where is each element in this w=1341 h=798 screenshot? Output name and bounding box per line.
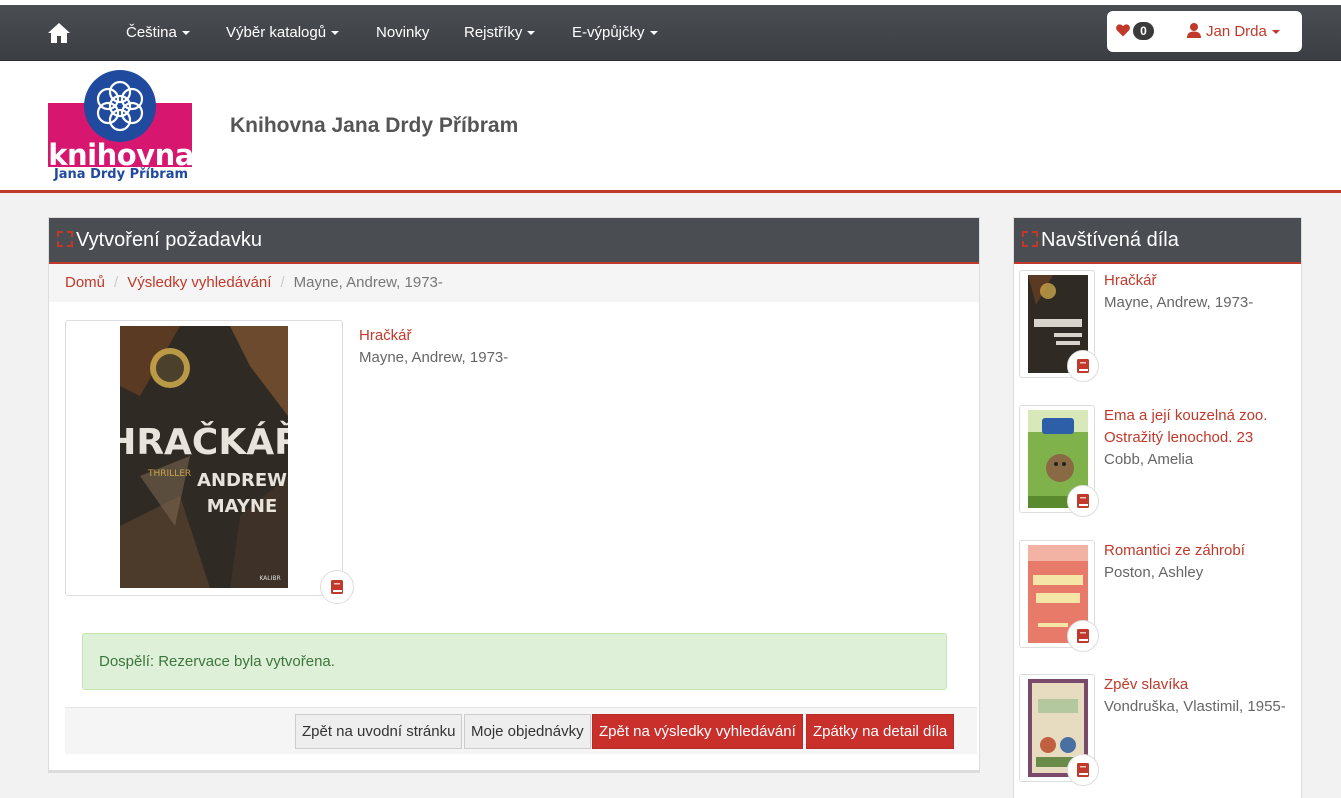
panel-title: Vytvoření požadavku bbox=[76, 229, 263, 251]
home-icon[interactable] bbox=[47, 22, 71, 44]
success-alert: Dospělí: Rezervace byla vytvořena. bbox=[82, 633, 947, 690]
ebooks-dropdown[interactable]: E-výpůjčky bbox=[572, 5, 658, 61]
visited-item-title[interactable]: Zpěv slavíka bbox=[1104, 674, 1299, 696]
visited-item: Hračkář Mayne, Andrew, 1973- bbox=[1019, 270, 1299, 390]
user-box: 0 Jan Drda bbox=[1107, 11, 1302, 52]
visited-item-title[interactable]: Romantici ze záhrobí bbox=[1104, 540, 1299, 562]
book-icon bbox=[1077, 763, 1089, 777]
czech-flag-icon bbox=[99, 24, 121, 39]
expand-icon[interactable] bbox=[57, 231, 73, 247]
news-link[interactable]: Novinky bbox=[376, 5, 429, 61]
back-to-detail-button[interactable]: Zpátky na detail díla bbox=[806, 714, 955, 749]
breadcrumb: Domů / Výsledky vyhledávání / Mayne, Andrew,… bbox=[49, 264, 979, 302]
visited-item-title[interactable]: Hračkář bbox=[1104, 270, 1299, 292]
caret-down-icon bbox=[181, 31, 190, 36]
cover-publisher-text: KALIBR bbox=[259, 575, 280, 582]
visited-item-author: Poston, Ashley bbox=[1104, 564, 1204, 581]
book-icon bbox=[1077, 494, 1089, 508]
cover-title-text: HRAČKÁŘ bbox=[120, 421, 288, 463]
book-icon bbox=[1077, 629, 1089, 643]
library-logo[interactable]: knihovna Jana Drdy Příbram bbox=[48, 70, 194, 182]
top-navbar: Čeština Výběr katalogů Novinky Rejstříky… bbox=[0, 5, 1341, 61]
user-icon bbox=[1187, 23, 1201, 38]
language-dropdown[interactable]: Čeština bbox=[99, 5, 190, 61]
visited-item: Ema a její kouzelná zoo. Ostražitý lenoc… bbox=[1019, 405, 1299, 525]
back-home-button[interactable]: Zpět na uvodní stránku bbox=[295, 714, 463, 749]
panel-header: Vytvoření požadavku bbox=[49, 218, 979, 264]
language-label: Čeština bbox=[126, 24, 177, 41]
breadcrumb-separator: / bbox=[114, 274, 119, 291]
visited-item: Romantici ze záhrobí Poston, Ashley bbox=[1019, 540, 1299, 660]
book-type-badge bbox=[1067, 485, 1099, 517]
book-type-badge bbox=[320, 570, 354, 604]
breadcrumb-current: Mayne, Andrew, 1973- bbox=[293, 274, 443, 291]
user-name: Jan Drda bbox=[1206, 23, 1267, 40]
visited-item: Zpěv slavíka Vondruška, Vlastimil, 1955- bbox=[1019, 674, 1299, 794]
site-title: Knihovna Jana Drdy Příbram bbox=[230, 114, 519, 137]
sidebar-header: Navštívená díla bbox=[1014, 218, 1301, 264]
catalog-label: Výběr katalogů bbox=[226, 24, 327, 41]
book-cover-frame[interactable]: HRAČKÁŘ THRILLER ANDREW MAYNE KALIBR bbox=[65, 320, 343, 596]
breadcrumb-results-link[interactable]: Výsledky vyhledávání bbox=[127, 274, 271, 291]
breadcrumb-home-link[interactable]: Domů bbox=[65, 274, 105, 291]
breadcrumb-separator: / bbox=[280, 274, 285, 291]
book-icon bbox=[1077, 359, 1089, 373]
logo-subtext: Jana Drdy Příbram bbox=[53, 167, 189, 182]
heart-icon[interactable] bbox=[1116, 24, 1130, 37]
visited-item-title[interactable]: Ema a její kouzelná zoo. Ostražitý lenoc… bbox=[1104, 405, 1299, 449]
registers-dropdown[interactable]: Rejstříky bbox=[464, 5, 536, 61]
ebooks-label: E-výpůjčky bbox=[572, 24, 645, 41]
caret-down-icon bbox=[331, 31, 340, 36]
book-type-badge bbox=[1067, 620, 1099, 652]
my-orders-button[interactable]: Moje objednávky bbox=[464, 714, 591, 749]
cover-genre-text: THRILLER bbox=[147, 469, 191, 479]
cover-author-line2: MAYNE bbox=[207, 496, 278, 517]
favorites-count-badge: 0 bbox=[1133, 22, 1154, 40]
caret-down-icon bbox=[527, 31, 536, 36]
book-type-badge bbox=[1067, 350, 1099, 382]
logo-wordmark: knihovna bbox=[48, 138, 194, 172]
visited-works-panel: Navštívená díla Hračkář Mayne, Andrew, 1… bbox=[1013, 217, 1302, 798]
visited-item-author: Vondruška, Vlastimil, 1955- bbox=[1104, 698, 1286, 715]
back-to-results-button[interactable]: Zpět na výsledky vyhledávání bbox=[592, 714, 803, 749]
expand-icon[interactable] bbox=[1022, 231, 1038, 247]
visited-item-author: Cobb, Amelia bbox=[1104, 451, 1194, 468]
book-cover-image: HRAČKÁŘ THRILLER ANDREW MAYNE KALIBR bbox=[120, 326, 288, 588]
request-panel: Vytvoření požadavku Domů / Výsledky vyhled… bbox=[48, 217, 980, 773]
catalog-dropdown[interactable]: Výběr katalogů bbox=[226, 5, 340, 61]
visited-item-author: Mayne, Andrew, 1973- bbox=[1104, 294, 1254, 311]
site-header: knihovna Jana Drdy Příbram Knihovna Jana… bbox=[0, 61, 1341, 193]
record-author: Mayne, Andrew, 1973- bbox=[359, 349, 509, 366]
user-menu-dropdown[interactable]: Jan Drda bbox=[1187, 11, 1280, 52]
sidebar-title: Navštívená díla bbox=[1041, 229, 1179, 251]
action-button-bar: Zpět na uvodní stránku Moje objednávky Z… bbox=[65, 707, 977, 754]
caret-down-icon bbox=[1271, 30, 1280, 35]
book-type-badge bbox=[1067, 754, 1099, 786]
registers-label: Rejstříky bbox=[464, 24, 523, 41]
cover-author-line1: ANDREW bbox=[197, 470, 287, 491]
record-title-link[interactable]: Hračkář bbox=[359, 327, 412, 344]
book-icon bbox=[331, 580, 343, 594]
caret-down-icon bbox=[649, 31, 658, 36]
